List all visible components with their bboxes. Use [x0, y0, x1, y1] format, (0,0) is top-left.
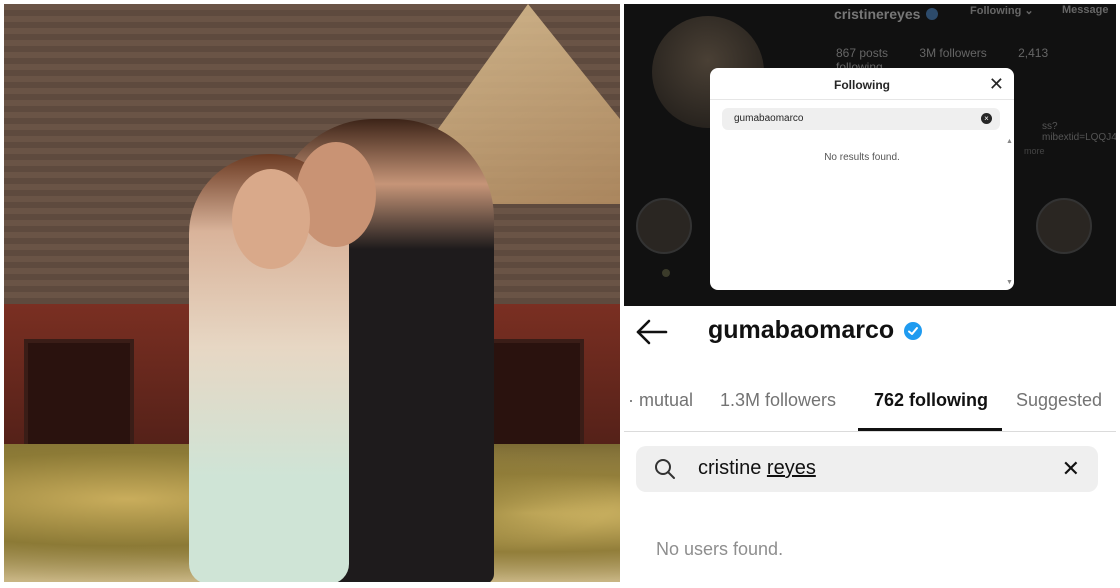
search-term-first: cristine: [698, 457, 762, 479]
more-link[interactable]: more: [1024, 146, 1045, 156]
verified-badge-icon: [904, 322, 922, 340]
modal-header: Following ✕: [710, 68, 1014, 100]
page-title: gumabaomarco: [708, 316, 895, 344]
close-icon[interactable]: ✕: [989, 74, 1004, 94]
tab-label: ·: [628, 390, 639, 410]
following-modal-screenshot: cristinereyes Following ⌄ Message 867 po…: [624, 4, 1116, 306]
following-search-screenshot: gumabaomarco · mutual 1.3M followers 762…: [624, 306, 1116, 584]
verified-badge-icon: [926, 8, 938, 20]
posts-count[interactable]: 867 posts: [836, 46, 888, 60]
tab-suggested[interactable]: Suggested: [1016, 390, 1102, 411]
message-button[interactable]: Message: [1062, 4, 1108, 16]
profile-username: cristinereyes: [834, 6, 921, 22]
search-icon: [654, 458, 676, 480]
story-highlight[interactable]: [636, 198, 692, 254]
bio-link[interactable]: ss?mibextid=LQQJ4d: [1042, 121, 1116, 143]
scroll-up-icon[interactable]: ▲: [1006, 138, 1013, 145]
tab-bar: · mutual 1.3M followers 762 following Su…: [624, 376, 1116, 432]
highlight-indicator: [662, 269, 670, 277]
scroll-down-icon[interactable]: ▼: [1006, 279, 1013, 286]
following-button[interactable]: Following ⌄: [970, 4, 1034, 17]
search-term-second: reyes: [766, 457, 816, 479]
tab-label: mutual: [639, 390, 694, 410]
tab-followers[interactable]: 1.3M followers: [720, 390, 836, 411]
no-users-message: No users found.: [656, 539, 784, 559]
photo-woman-face: [232, 169, 310, 269]
couple-photo: [4, 4, 620, 582]
close-icon[interactable]: ✕: [1062, 456, 1080, 482]
active-tab-indicator: [858, 428, 1002, 431]
modal-title: Following: [834, 78, 890, 92]
tab-mutual[interactable]: · mutual: [628, 390, 693, 411]
clear-icon[interactable]: ×: [981, 113, 992, 124]
story-highlight[interactable]: [1036, 198, 1092, 254]
no-results-message: No results found.: [824, 152, 900, 163]
following-modal: Following ✕ gumabaomarco × No results fo…: [710, 68, 1014, 290]
search-value: cristine reyes: [698, 457, 816, 480]
back-arrow-icon[interactable]: [634, 316, 670, 348]
modal-search-value: gumabaomarco: [734, 113, 804, 124]
scrollbar[interactable]: ▲ ▼: [1006, 138, 1013, 286]
followers-count[interactable]: 3M followers: [919, 46, 986, 60]
search-input[interactable]: cristine reyes ✕: [636, 446, 1098, 492]
modal-search-input[interactable]: gumabaomarco ×: [722, 108, 1000, 130]
tab-following[interactable]: 762 following: [874, 390, 988, 411]
